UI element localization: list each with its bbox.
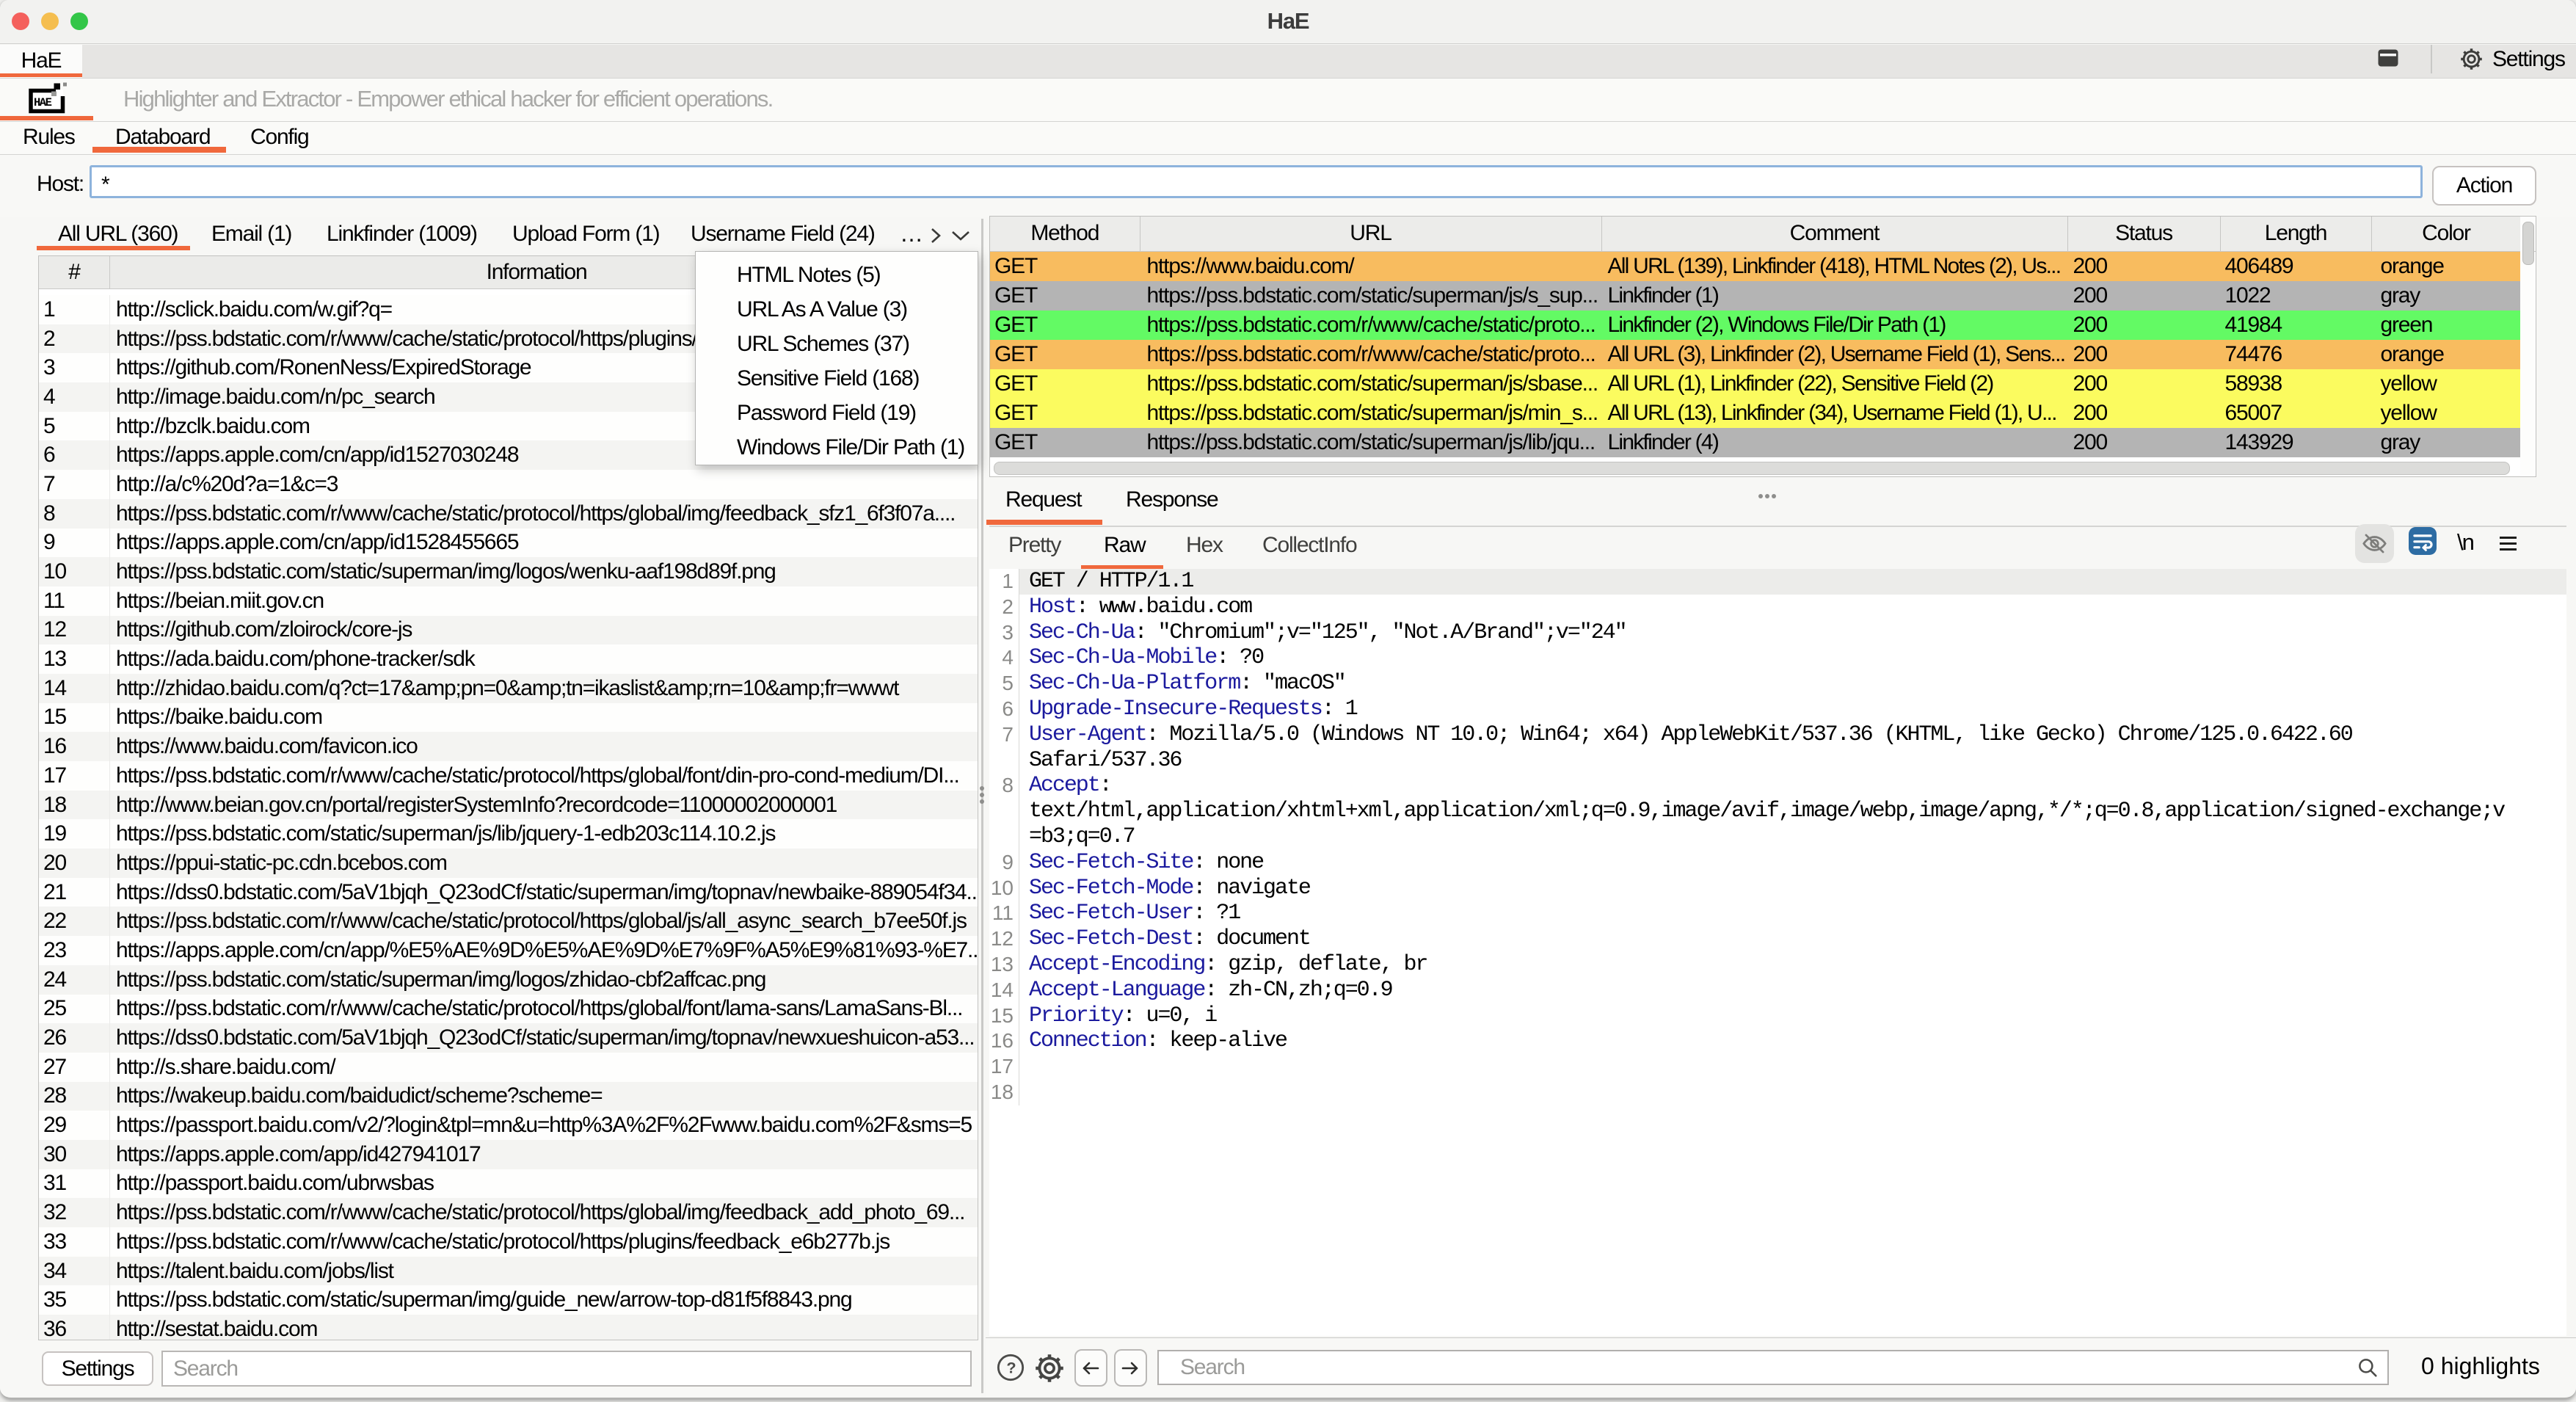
svg-text:HAE: HAE (34, 96, 52, 109)
svg-text:?: ? (1006, 1359, 1015, 1377)
